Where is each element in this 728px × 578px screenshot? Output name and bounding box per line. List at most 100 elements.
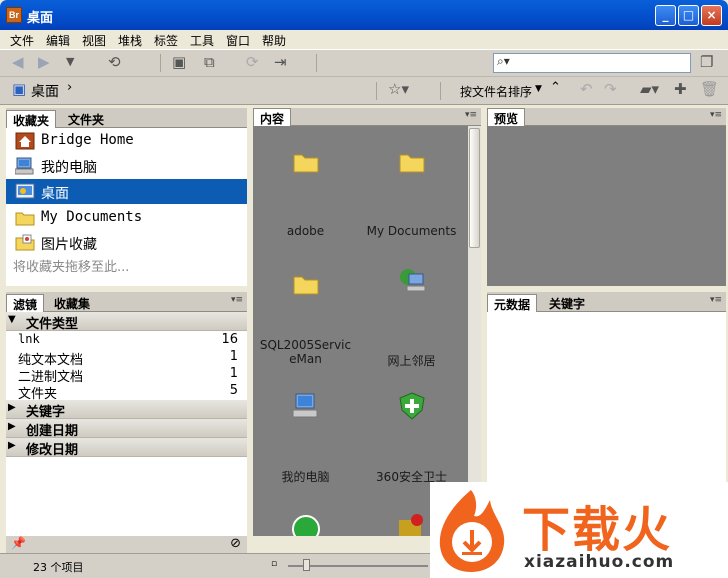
- filter-section-modified-date[interactable]: ▶ 修改日期: [6, 438, 247, 458]
- sort-chevron-down-icon[interactable]: ▼: [535, 84, 542, 94]
- panel-menu-icon[interactable]: ▾≡: [710, 110, 722, 120]
- preview-area: [487, 126, 726, 286]
- menu-help[interactable]: 帮助: [262, 32, 286, 49]
- tab-collections[interactable]: 收藏集: [48, 294, 96, 312]
- tab-preview[interactable]: 预览: [487, 108, 526, 126]
- menu-label[interactable]: 标签: [154, 32, 178, 49]
- forward-arrow-icon[interactable]: ▶: [38, 52, 50, 72]
- menu-view[interactable]: 视图: [82, 32, 106, 49]
- panel-menu-icon[interactable]: ▾≡: [231, 295, 243, 305]
- filter-section-label: 修改日期: [26, 443, 79, 458]
- filter-section-file-type[interactable]: ▼ 文件类型: [6, 312, 247, 332]
- menu-file[interactable]: 文件: [10, 32, 34, 49]
- back-arrow-icon[interactable]: ◀: [12, 52, 24, 72]
- favorite-pictures[interactable]: 图片收藏: [6, 230, 247, 255]
- history-dropdown-icon[interactable]: ▼: [66, 52, 74, 72]
- breadcrumb-chevron-icon[interactable]: ›: [67, 80, 72, 95]
- bridge-home-icon: [15, 132, 35, 150]
- content-item-label: adobe: [286, 224, 325, 238]
- menu-edit[interactable]: 编辑: [46, 32, 70, 49]
- filter-section-keywords[interactable]: ▶ 关键字: [6, 400, 247, 420]
- minimize-button[interactable]: _: [655, 5, 676, 26]
- preview-tabs: 预览 ▾≡: [487, 108, 726, 126]
- scrollbar-thumb[interactable]: [469, 128, 480, 248]
- favorite-bridge-home[interactable]: Bridge Home: [6, 128, 247, 153]
- toolbar-separator: [376, 82, 377, 100]
- camera-icon[interactable]: ▣: [172, 52, 186, 72]
- thumbnail-small-icon: ▫: [271, 559, 278, 569]
- compact-mode-icon[interactable]: ❐: [700, 52, 713, 72]
- tab-favorites[interactable]: 收藏夹: [6, 110, 57, 128]
- window-title: 桌面: [27, 11, 54, 26]
- content-item[interactable]: 我的电脑: [253, 392, 358, 485]
- filter-row[interactable]: 二进制文档 1: [6, 366, 247, 385]
- rotate-right-icon[interactable]: ↷: [604, 79, 617, 99]
- refresh-icon[interactable]: ⟳: [246, 52, 259, 72]
- app-icon[interactable]: [397, 514, 427, 536]
- bridge-app-icon: Br: [6, 7, 22, 23]
- content-item[interactable]: 360安全卫士: [359, 392, 464, 485]
- item-count: 23 个项目: [33, 561, 84, 574]
- content-item[interactable]: adobe: [253, 148, 358, 238]
- tab-metadata[interactable]: 元数据: [487, 294, 538, 312]
- filter-row[interactable]: 纯文本文档 1: [6, 349, 247, 368]
- tab-keywords[interactable]: 关键字: [543, 294, 591, 312]
- panel-menu-icon[interactable]: ▾≡: [710, 295, 722, 305]
- search-input[interactable]: ⌕▾: [493, 53, 691, 73]
- collapsed-triangle-icon: ▶: [8, 402, 16, 413]
- copy-icon[interactable]: ⧉: [204, 52, 215, 72]
- tab-filter[interactable]: 滤镜: [6, 294, 45, 312]
- content-item[interactable]: SQL2005ServiceMan: [253, 270, 358, 366]
- filter-count: 16: [221, 332, 238, 347]
- favorite-my-computer[interactable]: 我的电脑: [6, 153, 247, 178]
- flame-logo-icon: [439, 490, 505, 572]
- folder-icon: [293, 154, 318, 173]
- content-tabs: 内容 ▾≡: [253, 108, 481, 126]
- filter-section-created-date[interactable]: ▶ 创建日期: [6, 419, 247, 439]
- slider-handle[interactable]: [303, 559, 310, 571]
- app-icon[interactable]: [291, 514, 321, 536]
- filter-row[interactable]: lnk 16: [6, 332, 247, 349]
- output-icon[interactable]: ⇥: [274, 52, 287, 72]
- close-button[interactable]: ×: [701, 5, 722, 26]
- favorite-desktop[interactable]: 桌面: [6, 179, 247, 204]
- panel-menu-icon[interactable]: ▾≡: [465, 110, 477, 120]
- rotate-left-icon[interactable]: ↶: [580, 79, 593, 99]
- favorites-drop-hint: 将收藏夹拖移至此...: [13, 260, 130, 275]
- star-rating-icon[interactable]: ☆▾: [388, 79, 409, 99]
- favorite-label: 我的电脑: [41, 160, 97, 176]
- delete-icon[interactable]: 🗑: [700, 79, 719, 99]
- clear-filter-icon[interactable]: ⊘: [230, 536, 241, 551]
- desktop-icon: [15, 183, 35, 199]
- filter-section-label: 文件类型: [26, 317, 79, 332]
- maximize-button[interactable]: □: [678, 5, 699, 26]
- content-item[interactable]: 网上邻居: [359, 266, 464, 369]
- menu-stack[interactable]: 堆栈: [118, 32, 142, 49]
- search-icon: ⌕▾: [497, 54, 510, 68]
- filter-count: 1: [229, 366, 238, 381]
- breadcrumb[interactable]: 桌面: [31, 81, 59, 101]
- content-item[interactable]: My Documents: [359, 148, 464, 238]
- pin-icon[interactable]: 📌: [11, 536, 26, 550]
- tab-folders[interactable]: 文件夹: [62, 110, 110, 128]
- filter-section-label: 创建日期: [26, 424, 79, 439]
- favorite-label: My Documents: [41, 209, 143, 225]
- menu-tools[interactable]: 工具: [190, 32, 214, 49]
- collapsed-triangle-icon: ▶: [8, 440, 16, 451]
- content-item-label: 我的电脑: [281, 470, 330, 484]
- menu-window[interactable]: 窗口: [226, 32, 250, 49]
- recent-folders-icon[interactable]: ⟲: [108, 52, 121, 72]
- open-folder-icon[interactable]: ▰▾: [640, 79, 659, 99]
- favorite-label: Bridge Home: [41, 132, 134, 148]
- filter-row[interactable]: 文件夹 5: [6, 383, 247, 402]
- sort-dropdown[interactable]: 按文件名排序: [460, 83, 532, 100]
- filter-section-label: 关键字: [26, 405, 66, 420]
- new-folder-icon[interactable]: ✚: [674, 79, 687, 99]
- toolbar-separator: [440, 82, 441, 100]
- favorite-my-documents[interactable]: My Documents: [6, 205, 247, 230]
- favorite-label: 桌面: [41, 186, 69, 202]
- filter-footer: 📌 ⊘: [6, 536, 247, 553]
- tab-content[interactable]: 内容: [253, 108, 292, 126]
- sort-ascending-icon[interactable]: ⌃: [550, 80, 561, 95]
- content-scrollbar[interactable]: [468, 126, 481, 536]
